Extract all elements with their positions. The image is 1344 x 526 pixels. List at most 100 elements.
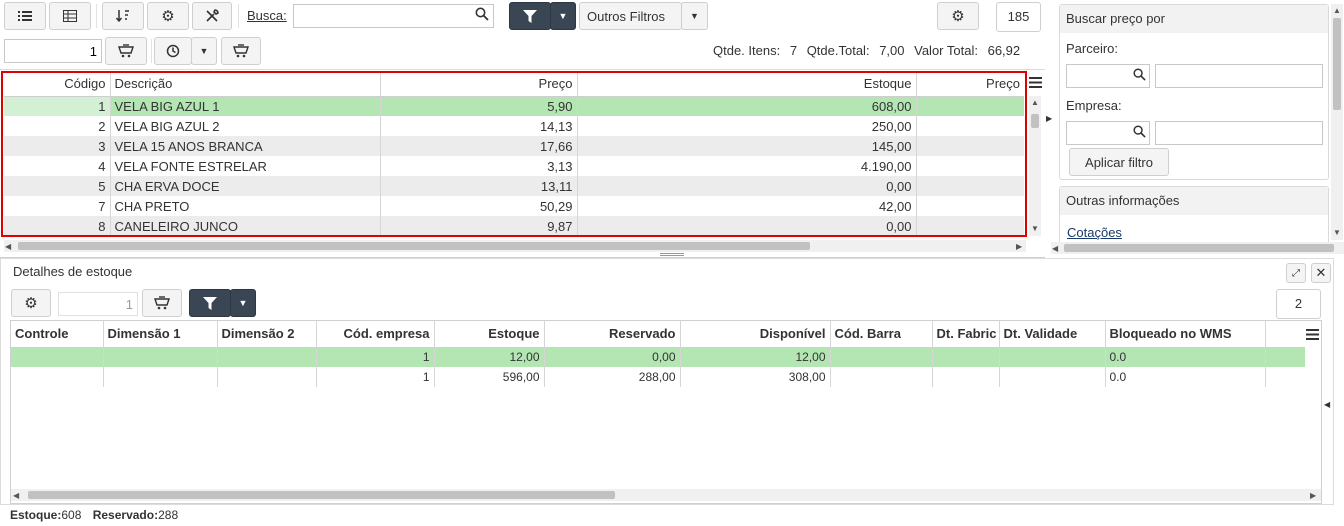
cell-preco: 50,29 [380,196,578,216]
close-icon: ✕ [1315,265,1327,280]
scroll-left-arrow[interactable]: ◀ [13,491,19,500]
cell-estoque: 42,00 [577,196,917,216]
cell-cod-empresa: 1 [316,367,435,387]
table-row[interactable]: 2 VELA BIG AZUL 2 14,13 250,00 [4,116,1024,136]
filter-icon [523,9,537,23]
settings-button[interactable]: ⚙ [147,2,189,30]
col-header-descricao[interactable]: Descrição [110,72,381,97]
list-view-button[interactable] [4,2,46,30]
grid-view-button[interactable] [49,2,91,30]
scroll-thumb[interactable] [1333,18,1341,110]
col-header-estoque[interactable]: Estoque [577,72,917,97]
scroll-down-arrow[interactable]: ▼ [1031,224,1039,233]
filter-button[interactable] [509,2,551,30]
cotacoes-link[interactable]: Cotações [1067,225,1122,240]
sort-button[interactable] [102,2,144,30]
details-hscroll[interactable]: ◀ ▶ [11,489,1321,501]
col-header-reservado[interactable]: Reservado [544,321,681,348]
scroll-thumb[interactable] [1064,244,1334,252]
col-header-dimensao-1[interactable]: Dimensão 1 [103,321,218,348]
details-page-input[interactable] [58,292,138,316]
apply-filter-button[interactable]: Aplicar filtro [1069,148,1169,176]
details-filter-button[interactable] [189,289,231,317]
cart-icon [154,296,170,310]
history-dropdown[interactable]: ▼ [191,37,217,65]
collapse-left-icon[interactable]: ◀ [1324,400,1330,409]
total-label: Qtde.Total: [806,43,870,58]
details-column-menu-icon[interactable] [1306,328,1319,343]
splitter-handle[interactable] [660,253,684,256]
scroll-up-arrow[interactable]: ▲ [1031,98,1039,107]
table-row[interactable]: 3 VELA 15 ANOS BRANCA 17,66 145,00 [4,136,1024,156]
cell-codigo: 5 [4,176,111,196]
scroll-up-arrow[interactable]: ▲ [1333,6,1341,15]
maximize-button[interactable]: ⤢ [1286,263,1306,283]
col-header-codigo[interactable]: Código [4,72,111,97]
scroll-thumb[interactable] [28,491,615,499]
side-vscroll[interactable]: ▲ ▼ [1331,4,1343,240]
grid-settings-button[interactable]: ⚙ [937,2,979,30]
column-menu-icon[interactable] [1029,76,1042,91]
filter-dropdown-button[interactable]: ▼ [550,2,576,30]
empresa-name-input[interactable] [1155,121,1323,145]
scroll-left-arrow[interactable]: ◀ [5,242,11,251]
cart-add-button[interactable] [221,37,261,65]
history-button[interactable] [154,37,192,65]
cart-icon [118,44,134,58]
cell-preco: 17,66 [380,136,578,156]
details-settings-button[interactable]: ⚙ [11,289,51,317]
cell-preco: 13,11 [380,176,578,196]
col-header-cod-empresa[interactable]: Cód. empresa [316,321,435,348]
col-header-controle[interactable]: Controle [11,321,104,348]
col-header-dimensao-2[interactable]: Dimensão 2 [217,321,317,348]
cell-preco: 5,90 [380,96,578,116]
scroll-right-arrow[interactable]: ▶ [1016,242,1022,251]
expand-right-icon[interactable]: ▶ [1046,114,1052,123]
search-icon[interactable] [1133,68,1146,84]
details-cart-button[interactable] [142,289,182,317]
col-header-dt-fabric[interactable]: Dt. Fabric [932,321,1000,348]
parceiro-label: Parceiro: [1066,41,1119,56]
main-grid-hscroll[interactable]: ◀ ▶ [4,240,1026,252]
details-filter-dropdown[interactable]: ▼ [230,289,256,317]
col-header-estoque[interactable]: Estoque [434,321,545,348]
cell-estoque: 608,00 [577,96,917,116]
col-header-dt-validade[interactable]: Dt. Validade [999,321,1106,348]
price-search-panel: Buscar preço por Parceiro: Empresa: Apli… [1059,4,1329,180]
side-hscroll[interactable]: ◀ [1051,242,1344,254]
main-grid-vscroll[interactable]: ▲ ▼ [1029,96,1041,236]
tools-button[interactable] [192,2,232,30]
empresa-label: Empresa: [1066,98,1122,113]
col-header-preco[interactable]: Preço [380,72,578,97]
cell-estoque: 0,00 [577,216,917,236]
outros-filtros-button[interactable]: Outros Filtros [579,2,682,30]
details-count-badge: 2 [1276,289,1321,319]
cell-spacer [1265,367,1305,387]
col-header-cod-barra[interactable]: Cód. Barra [830,321,933,348]
table-row[interactable]: 1 596,00 288,00 308,00 0.0 [11,367,1305,387]
scroll-right-arrow[interactable]: ▶ [1310,491,1316,500]
table-row[interactable]: 8 CANELEIRO JUNCO 9,87 0,00 [4,216,1024,236]
table-row[interactable]: 1 12,00 0,00 12,00 0.0 [11,347,1305,367]
details-count: 2 [1294,296,1303,311]
scroll-thumb[interactable] [1031,114,1039,128]
scroll-thumb[interactable] [18,242,810,250]
col-header-preco-2[interactable]: Preço [916,72,1024,97]
close-button[interactable]: ✕ [1311,263,1331,283]
table-row[interactable]: 5 CHA ERVA DOCE 13,11 0,00 [4,176,1024,196]
search-input[interactable] [293,4,494,28]
col-header-disponivel[interactable]: Disponível [680,321,831,348]
search-icon[interactable] [1133,125,1146,141]
outros-filtros-dropdown[interactable]: ▼ [681,2,708,30]
parceiro-name-input[interactable] [1155,64,1323,88]
cart-button[interactable] [105,37,147,65]
table-row[interactable]: 7 CHA PRETO 50,29 42,00 [4,196,1024,216]
estoque-label: Estoque: [10,508,62,522]
valor-label: Valor Total: [914,43,978,58]
col-header-bloqueado-wms[interactable]: Bloqueado no WMS [1105,321,1266,348]
scroll-left-arrow[interactable]: ◀ [1052,244,1058,253]
scroll-down-arrow[interactable]: ▼ [1333,228,1341,237]
table-row[interactable]: 1 VELA BIG AZUL 1 5,90 608,00 [4,96,1024,116]
page-input[interactable] [4,39,102,63]
table-row[interactable]: 4 VELA FONTE ESTRELAR 3,13 4.190,00 [4,156,1024,176]
